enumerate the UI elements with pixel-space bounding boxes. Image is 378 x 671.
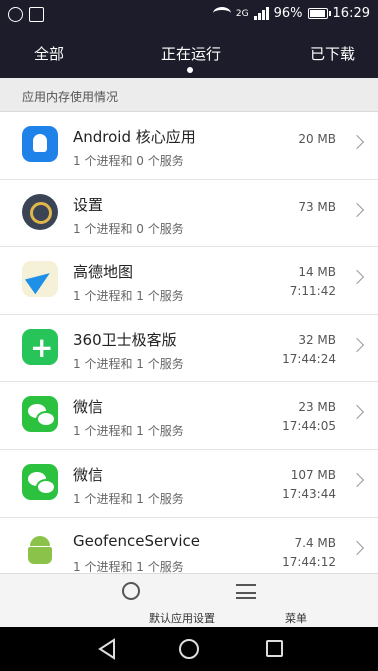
app-memory: 32 MB [298,332,336,347]
gear-icon [122,582,140,600]
tab-running[interactable]: 正在运行 [161,43,221,64]
list-item[interactable]: 设置 1 个进程和 0 个服务 73 MB [0,180,378,248]
chevron-right-icon [349,472,365,488]
chevron-right-icon [349,540,365,555]
app-process-info: 1 个进程和 1 个服务 [73,356,184,371]
notification-icons [8,7,44,22]
recent-apps-icon[interactable] [266,640,283,657]
chevron-right-icon [349,202,365,217]
image-notification-icon [29,7,44,22]
list-item[interactable]: Android 核心应用 1 个进程和 0 个服务 20 MB [0,112,378,180]
back-icon[interactable] [98,638,116,660]
app-runtime: 17:44:12 [282,554,336,569]
amap-icon [22,261,58,298]
settings-gear-icon [22,193,58,230]
app-name: Android 核心应用 [73,128,196,146]
active-tab-indicator [187,67,193,73]
app-name: 微信 [73,465,104,484]
chevron-right-icon [349,337,365,352]
android-core-icon [22,126,58,162]
signal-icon [253,7,269,20]
app-list: Android 核心应用 1 个进程和 0 个服务 20 MB 设置 1 个进程… [0,112,378,586]
tab-downloaded[interactable]: 已下载 [310,43,355,64]
wifi-icon [212,7,231,20]
app-process-info: 1 个进程和 0 个服务 [73,221,184,236]
app-runtime: 17:44:24 [282,351,336,366]
bottom-action-bar: 默认应用设置 菜单 [0,573,378,627]
network-type: 2G [235,8,249,19]
battery-percent: 96% [273,6,303,21]
list-item[interactable]: 高德地图 1 个进程和 1 个服务 14 MB 7:11:42 [0,247,378,315]
clock: 16:29 [332,6,370,21]
app-name: 360卫士极客版 [73,330,177,349]
tab-all[interactable]: 全部 [34,43,64,64]
home-icon[interactable] [179,639,199,659]
section-header: 应用内存使用情况 [0,78,378,112]
security-360-icon [22,328,58,365]
app-memory: 23 MB [298,400,336,415]
default-apps-label: 默认应用设置 [149,612,215,625]
tab-bar: 全部 正在运行 已下载 [0,30,378,78]
menu-icon [236,584,256,599]
app-name: GeofenceService [73,531,200,550]
wechat-icon [22,396,58,433]
app-process-info: 1 个进程和 1 个服务 [73,559,184,574]
download-notification-icon [8,7,23,22]
status-indicators: 2G 96% 16:29 [212,6,370,21]
chevron-right-icon [349,270,365,285]
system-nav-bar [0,627,378,671]
list-item[interactable]: 360卫士极客版 1 个进程和 1 个服务 32 MB 17:44:24 [0,315,378,383]
app-memory: 7.4 MB [294,535,336,550]
app-process-info: 1 个进程和 0 个服务 [73,154,184,168]
app-runtime: 17:43:44 [282,486,336,501]
app-name: 设置 [73,195,104,214]
section-title: 应用内存使用情况 [22,90,119,104]
app-memory: 73 MB [298,199,336,214]
app-runtime: 7:11:42 [289,284,336,299]
list-item[interactable]: 微信 1 个进程和 1 个服务 107 MB 17:43:44 [0,450,378,518]
app-name: 微信 [73,398,104,417]
wechat-icon [22,463,58,500]
app-process-info: 1 个进程和 1 个服务 [73,424,184,439]
chevron-right-icon [349,405,365,420]
app-memory: 107 MB [290,467,336,482]
menu-label: 菜单 [285,612,307,625]
chevron-right-icon [349,134,365,150]
app-memory: 14 MB [298,265,336,280]
app-name: 高德地图 [73,263,134,282]
app-memory: 20 MB [298,132,336,146]
android-robot-icon [22,532,58,568]
battery-icon [307,8,331,19]
list-item[interactable]: 微信 1 个进程和 1 个服务 23 MB 17:44:05 [0,382,378,450]
app-process-info: 1 个进程和 1 个服务 [73,491,184,506]
app-runtime: 17:44:05 [282,419,336,434]
app-process-info: 1 个进程和 1 个服务 [73,289,184,304]
status-bar: 2G 96% 16:29 [0,0,378,30]
